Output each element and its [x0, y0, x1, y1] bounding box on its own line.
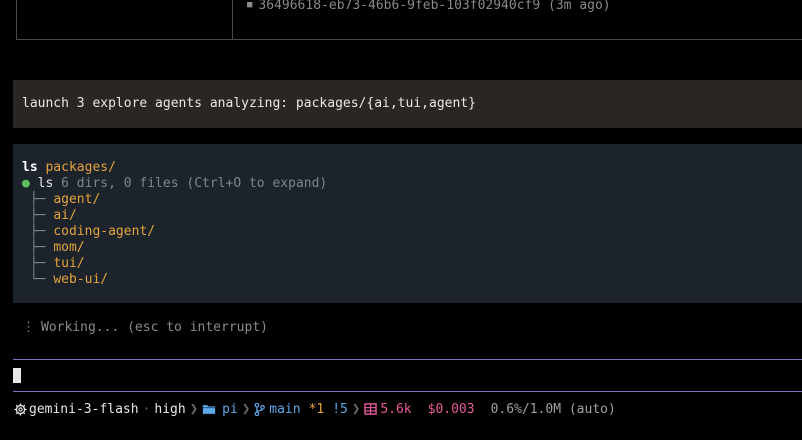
session-list-divider	[232, 0, 233, 39]
dir-entry: tui/	[53, 256, 85, 271]
tree-branch-icon: ├─	[22, 224, 54, 239]
tool-result-summary: 6 dirs, 0 files (Ctrl+O to expand)	[61, 176, 328, 191]
session-age: (3m ago)	[548, 0, 611, 13]
tree-branch-icon: └─	[22, 272, 54, 287]
session-id: 36496618-eb73-46b6-9feb-103f02940cf9	[258, 0, 541, 13]
chevron-right-icon: ❯	[351, 401, 361, 417]
spinner-icon: ⋮	[22, 320, 35, 335]
git-dirty-count: *1	[308, 401, 325, 417]
bullet-icon: ■	[247, 0, 253, 10]
text-cursor[interactable]	[13, 368, 21, 383]
dir-entry: agent/	[53, 192, 101, 207]
tool-command: ls	[22, 160, 38, 175]
tree-branch-icon: ├─	[22, 208, 54, 223]
session-list: ■ 36496618-eb73-46b6-9feb-103f02940cf9 (3…	[16, 0, 802, 40]
working-text: Working... (esc to interrupt)	[41, 320, 268, 335]
grid-icon	[364, 402, 378, 417]
tree-item: ├─ coding-agent/	[22, 224, 155, 240]
thinking-level[interactable]: high	[154, 402, 185, 417]
tree-item: ├─ mom/	[22, 240, 85, 256]
model-name[interactable]: gemini-3-flash	[29, 402, 139, 417]
git-ahead-count: !5	[332, 401, 348, 417]
input-border-top	[13, 359, 802, 360]
chevron-right-icon: ❯	[241, 401, 251, 417]
context-usage: 0.6%/1.0M (auto)	[490, 401, 616, 417]
tree-branch-icon: ├─	[22, 256, 54, 271]
tree-branch-icon: ├─	[22, 192, 54, 207]
git-branch-name: main	[269, 401, 301, 417]
dir-entry: ai/	[53, 208, 77, 223]
status-bar: gemini-3-flash · high ❯ pi ❯ main *1 !5 …	[14, 400, 616, 418]
user-message: launch 3 explore agents analyzing: packa…	[13, 80, 802, 128]
input-border-bottom	[13, 391, 802, 392]
gear-icon	[14, 402, 27, 417]
success-dot-icon: ●	[22, 176, 30, 191]
tool-result-command: ls	[37, 176, 54, 191]
separator: ·	[142, 401, 151, 417]
git-branch-icon	[254, 402, 266, 417]
chevron-right-icon: ❯	[189, 401, 199, 417]
tree-item: ├─ ai/	[22, 208, 77, 224]
working-indicator: ⋮ Working... (esc to interrupt)	[22, 320, 268, 335]
token-count: 5.6k	[380, 401, 412, 417]
tool-command-line: ls packages/	[22, 160, 116, 176]
tree-item: ├─ agent/	[22, 192, 100, 208]
dir-entry: mom/	[53, 240, 85, 255]
tree-item: ├─ tui/	[22, 256, 85, 272]
folder-icon	[202, 402, 216, 417]
session-list-item[interactable]: ■ 36496618-eb73-46b6-9feb-103f02940cf9 (3…	[247, 0, 611, 13]
directory-name: pi	[222, 401, 238, 417]
tree-branch-icon: ├─	[22, 240, 54, 255]
tool-result-line[interactable]: ● ls 6 dirs, 0 files (Ctrl+O to expand)	[22, 176, 327, 192]
tree-item: └─ web-ui/	[22, 272, 108, 288]
tool-call-block: ls packages/ ● ls 6 dirs, 0 files (Ctrl+…	[13, 144, 802, 303]
dir-entry: web-ui/	[53, 272, 109, 287]
cost: $0.003	[427, 401, 475, 417]
dir-entry: coding-agent/	[53, 224, 156, 239]
tool-arg: packages/	[45, 160, 116, 175]
user-message-text: launch 3 explore agents analyzing: packa…	[22, 96, 476, 111]
